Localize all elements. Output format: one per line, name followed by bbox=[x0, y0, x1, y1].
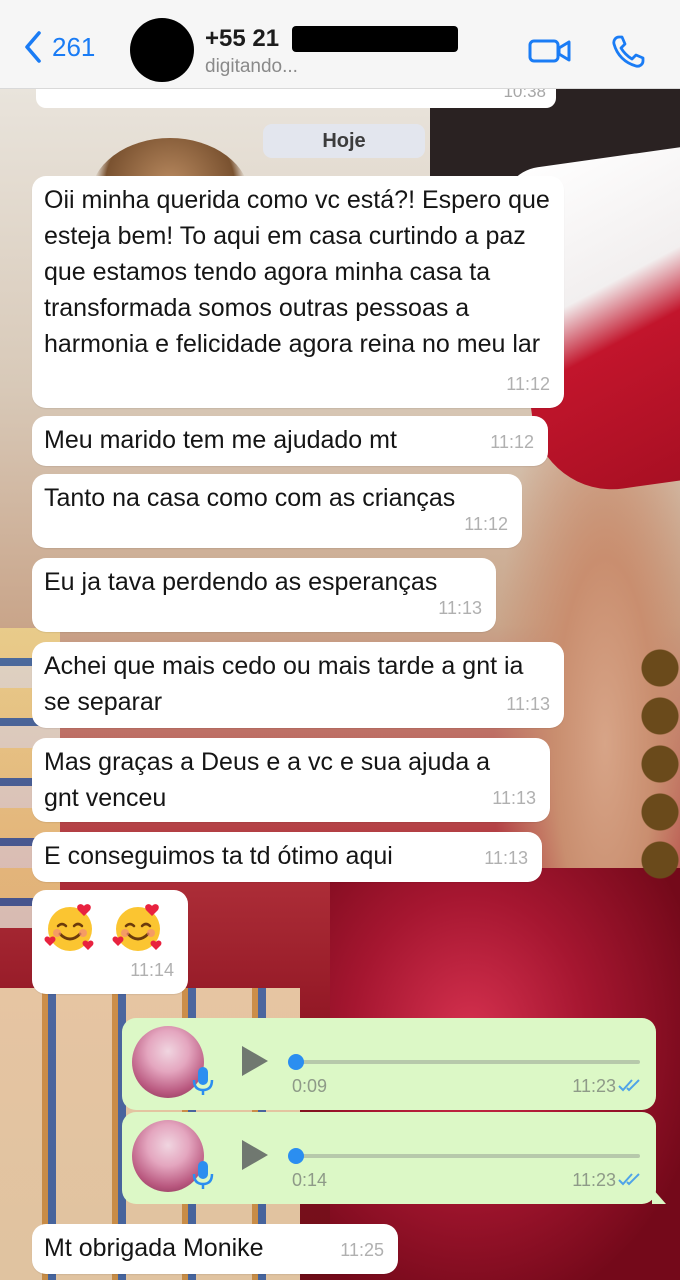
message-time: 11:12 bbox=[506, 374, 550, 394]
message-time: 11:13 bbox=[484, 848, 528, 868]
incoming-message[interactable]: Achei que mais cedo ou mais tarde a gnt … bbox=[32, 642, 564, 728]
incoming-message[interactable]: Tanto na casa como com as crianças 11:12 bbox=[32, 474, 522, 548]
message-list[interactable]: 10:38 Hoje Oii minha querida como vc est… bbox=[0, 82, 680, 1280]
video-call-icon[interactable] bbox=[528, 36, 572, 66]
incoming-message[interactable]: Mas graças a Deus e a vc e sua ajuda a g… bbox=[32, 738, 550, 822]
double-check-icon bbox=[618, 1079, 640, 1092]
play-icon[interactable] bbox=[240, 1044, 270, 1078]
incoming-message[interactable]: Oii minha querida como vc está?! Espero … bbox=[32, 176, 564, 408]
message-time: 11:13 bbox=[492, 788, 536, 808]
previous-message: 10:38 bbox=[36, 82, 556, 108]
message-time: 11:12 bbox=[464, 514, 508, 534]
chat-header: 261 +55 21 digitando... bbox=[0, 0, 680, 89]
microphone-icon bbox=[192, 1067, 214, 1095]
back-button[interactable]: 261 bbox=[22, 30, 95, 64]
microphone-icon bbox=[192, 1161, 214, 1189]
message-time: 11:13 bbox=[506, 694, 550, 714]
voice-message[interactable]: 0:14 11:23 bbox=[122, 1112, 666, 1204]
message-time: 11:23 bbox=[572, 1170, 616, 1190]
redacted-number bbox=[292, 26, 458, 52]
message-time: 11:13 bbox=[438, 598, 482, 618]
voice-message[interactable]: 0:09 11:23 bbox=[122, 1018, 656, 1110]
audio-scrubber[interactable] bbox=[288, 1148, 304, 1164]
phone-call-icon[interactable] bbox=[610, 34, 646, 70]
smiling-face-with-hearts-icon bbox=[44, 904, 94, 951]
incoming-message[interactable]: Mt obrigada Monike 11:25 bbox=[32, 1224, 398, 1274]
message-text: Meu marido tem me ajudado mt bbox=[44, 426, 397, 454]
bubble-tail bbox=[652, 1188, 666, 1204]
audio-progress-track[interactable] bbox=[294, 1060, 640, 1064]
audio-scrubber[interactable] bbox=[288, 1054, 304, 1070]
message-text: Mas graças a Deus e a vc e sua ajuda a g… bbox=[44, 748, 491, 812]
message-text: Oii minha querida como vc está?! Espero … bbox=[44, 186, 550, 358]
emoji-message[interactable]: 11:14 bbox=[32, 890, 188, 994]
message-time: 11:23 bbox=[572, 1076, 616, 1096]
play-icon[interactable] bbox=[240, 1138, 270, 1172]
incoming-message[interactable]: Meu marido tem me ajudado mt 11:12 bbox=[32, 416, 548, 466]
incoming-message[interactable]: Eu ja tava perdendo as esperanças 11:13 bbox=[32, 558, 496, 632]
smiling-face-with-hearts-icon bbox=[112, 904, 162, 951]
audio-duration: 0:09 bbox=[292, 1076, 328, 1096]
double-check-icon bbox=[618, 1173, 640, 1186]
audio-progress-track[interactable] bbox=[294, 1154, 640, 1158]
message-text: E conseguimos ta td ótimo aqui bbox=[44, 842, 393, 870]
contact-avatar[interactable] bbox=[130, 18, 194, 82]
message-text: Achei que mais cedo ou mais tarde a gnt … bbox=[44, 652, 524, 716]
chevron-left-icon bbox=[25, 31, 41, 63]
message-text: Tanto na casa como com as crianças bbox=[44, 484, 456, 512]
incoming-message[interactable]: E conseguimos ta td ótimo aqui 11:13 bbox=[32, 832, 542, 882]
message-time: 11:12 bbox=[490, 432, 534, 452]
message-time: 11:14 bbox=[130, 960, 174, 980]
message-time: 11:25 bbox=[340, 1240, 384, 1260]
typing-status: digitando... bbox=[205, 56, 298, 77]
audio-duration: 0:14 bbox=[292, 1170, 328, 1190]
contact-name[interactable]: +55 21 bbox=[205, 25, 279, 53]
message-text: Eu ja tava perdendo as esperanças bbox=[44, 568, 438, 596]
unread-count: 261 bbox=[52, 31, 96, 62]
date-separator: Hoje bbox=[263, 124, 425, 158]
